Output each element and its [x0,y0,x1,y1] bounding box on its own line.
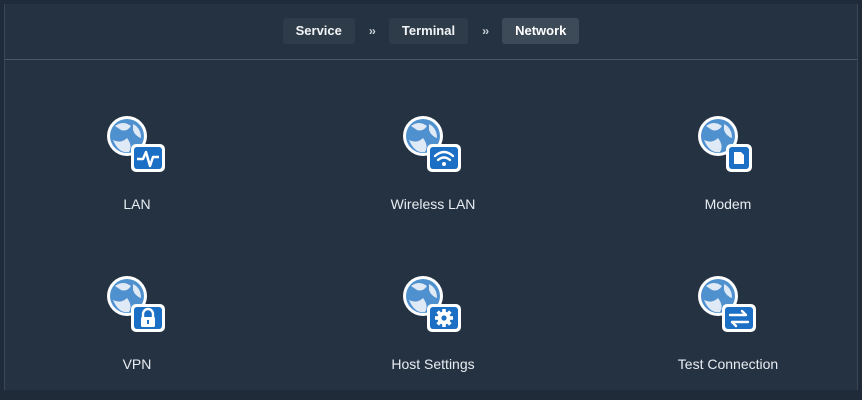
vpn-icon [101,270,173,342]
breadcrumb: Service ›› Terminal ›› Network [5,18,857,44]
lan-tile[interactable]: LAN [27,110,247,240]
vpn-tile[interactable]: VPN [27,270,247,400]
test-connection-icon [692,270,764,342]
breadcrumb-item-network: Network [502,18,580,44]
lan-icon [101,110,173,182]
test-connection-tile[interactable]: Test Connection [618,270,838,400]
tile-label: Modem [704,196,752,212]
wireless-lan-tile[interactable]: Wireless LAN [323,110,543,240]
modem-tile[interactable]: Modem [618,110,838,240]
host-settings-tile[interactable]: Host Settings [323,270,543,400]
breadcrumb-separator: ›› [482,24,489,38]
network-options-grid: LAN Wireless LAN Modem VPN Host Settings… [5,60,857,390]
tile-label: Host Settings [391,356,475,372]
network-panel: Service ›› Terminal ›› Network LAN Wirel… [4,4,858,390]
host-settings-icon [397,270,469,342]
breadcrumb-item-terminal[interactable]: Terminal [388,18,469,44]
tile-label: Test Connection [677,356,779,372]
tile-label: VPN [122,356,152,372]
tile-label: Wireless LAN [390,196,476,212]
wireless-lan-icon [397,110,469,182]
breadcrumb-item-service[interactable]: Service [282,18,355,44]
breadcrumb-separator: ›› [368,24,376,38]
modem-icon [692,110,764,182]
header-bar: Service ›› Terminal ›› Network [5,4,857,60]
tile-label: LAN [123,196,151,212]
